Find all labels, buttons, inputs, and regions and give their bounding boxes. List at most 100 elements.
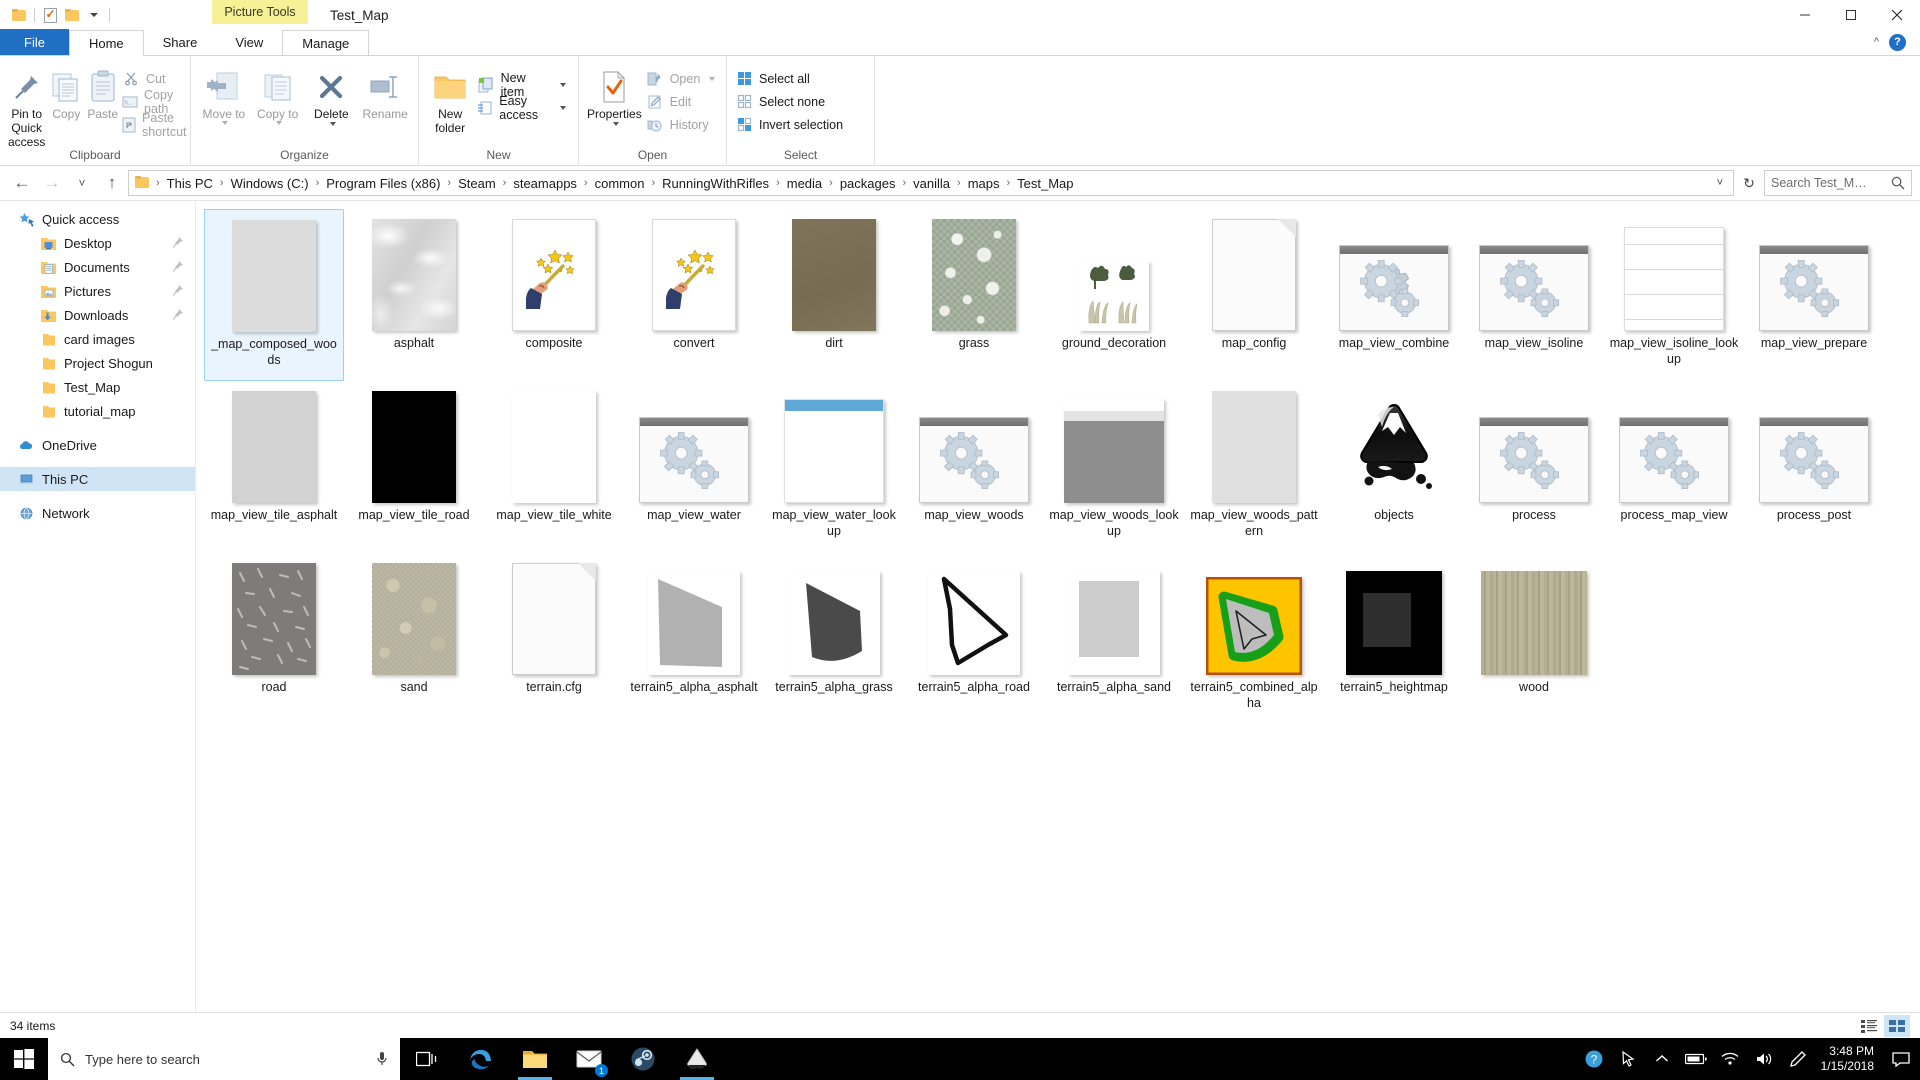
file-item[interactable]: map_view_woods — [904, 381, 1044, 553]
task-view-icon[interactable] — [400, 1038, 454, 1080]
sidebar-item-documents[interactable]: Documents — [0, 255, 195, 279]
start-button[interactable] — [0, 1038, 48, 1080]
breadcrumb-item-vanilla[interactable]: vanilla — [907, 172, 956, 194]
notification-icon[interactable] — [1886, 1038, 1916, 1080]
file-item[interactable]: process_map_view — [1604, 381, 1744, 553]
help-icon[interactable]: ? — [1577, 1038, 1611, 1080]
sidebar-item-project-shogun[interactable]: Project Shogun — [0, 351, 195, 375]
file-explorer-icon[interactable] — [508, 1038, 562, 1080]
file-list-pane[interactable]: _map_composed_woods asphalt composite co… — [196, 201, 1920, 1012]
volume-icon[interactable] — [1747, 1038, 1781, 1080]
file-item[interactable]: map_view_isoline_lookup — [1604, 209, 1744, 381]
tab-file[interactable]: File — [0, 29, 69, 55]
breadcrumb-item-media[interactable]: media — [781, 172, 828, 194]
breadcrumb-item-steam[interactable]: Steam — [452, 172, 502, 194]
move-to-button[interactable]: Move to — [197, 63, 251, 129]
sidebar-item-onedrive[interactable]: OneDrive — [0, 433, 195, 457]
file-item[interactable]: terrain5_alpha_asphalt — [624, 553, 764, 725]
paste-shortcut-button[interactable]: Paste shortcut — [120, 111, 196, 139]
chevron-down-icon[interactable] — [222, 121, 229, 125]
file-item[interactable]: sand — [344, 553, 484, 725]
details-view-icon[interactable] — [1856, 1015, 1882, 1037]
inkscape-icon[interactable] — [670, 1038, 724, 1080]
chevron-down-icon[interactable] — [709, 76, 716, 81]
breadcrumb-item-runningwithrifles[interactable]: RunningWithRifles — [656, 172, 775, 194]
address-dropdown-icon[interactable]: ˅ — [1711, 177, 1729, 189]
breadcrumb[interactable]: › This PC › Windows (C:) › Program Files… — [128, 170, 1734, 196]
file-item[interactable]: map_config — [1184, 209, 1324, 381]
microphone-icon[interactable] — [376, 1051, 388, 1067]
file-item[interactable]: map_view_tile_road — [344, 381, 484, 553]
properties-button[interactable]: Properties — [585, 63, 644, 130]
mail-icon[interactable]: 1 — [562, 1038, 616, 1080]
pin-to-quick-access-button[interactable]: Pin to Quick access — [6, 63, 47, 153]
file-item[interactable]: process_post — [1744, 381, 1884, 553]
sidebar-item-this-pc[interactable]: This PC — [0, 467, 195, 491]
file-item[interactable]: map_view_isoline — [1464, 209, 1604, 381]
delete-button[interactable]: Delete — [305, 63, 359, 130]
invert-selection-button[interactable]: Invert selection — [733, 113, 849, 136]
pin-icon[interactable] — [172, 236, 183, 251]
file-item[interactable]: road — [204, 553, 344, 725]
sidebar-item-network[interactable]: Network — [0, 501, 195, 525]
chevron-down-icon[interactable] — [329, 122, 336, 126]
sidebar-item-test-map[interactable]: Test_Map — [0, 375, 195, 399]
sidebar-item-tutorial-map[interactable]: tutorial_map — [0, 399, 195, 423]
history-button[interactable]: History — [644, 113, 722, 136]
file-item[interactable]: objects — [1324, 381, 1464, 553]
file-item[interactable]: convert — [624, 209, 764, 381]
breadcrumb-item-this-pc[interactable]: This PC — [161, 172, 219, 194]
large-icons-view-icon[interactable] — [1884, 1014, 1910, 1037]
chevron-down-icon[interactable] — [276, 121, 283, 125]
sidebar-item-desktop[interactable]: Desktop — [0, 231, 195, 255]
refresh-button[interactable]: ↻ — [1736, 170, 1762, 196]
battery-icon[interactable] — [1679, 1038, 1713, 1080]
file-item[interactable]: map_view_tile_white — [484, 381, 624, 553]
file-item[interactable]: asphalt — [344, 209, 484, 381]
file-item[interactable]: map_view_woods_pattern — [1184, 381, 1324, 553]
properties-icon[interactable] — [39, 4, 61, 26]
maximize-button[interactable] — [1828, 0, 1874, 30]
select-all-button[interactable]: Select all — [733, 67, 849, 90]
pin-icon[interactable] — [172, 284, 183, 299]
pin-icon[interactable] — [172, 308, 183, 323]
breadcrumb-item-windows-c[interactable]: Windows (C:) — [225, 172, 315, 194]
file-item[interactable]: map_view_tile_asphalt — [204, 381, 344, 553]
folder-icon[interactable] — [8, 4, 30, 26]
sidebar-item-card-images[interactable]: card images — [0, 327, 195, 351]
file-item[interactable]: map_view_water_lookup — [764, 381, 904, 553]
back-button[interactable]: ← — [8, 169, 36, 197]
easy-access-button[interactable]: Easy access — [475, 94, 572, 122]
breadcrumb-item-maps[interactable]: maps — [962, 172, 1006, 194]
chevron-down-icon[interactable] — [612, 122, 619, 126]
pen-icon[interactable] — [1781, 1038, 1815, 1080]
new-folder-button[interactable]: New folder — [425, 63, 475, 139]
tab-share[interactable]: Share — [144, 29, 217, 55]
file-item[interactable]: process — [1464, 381, 1604, 553]
collapse-ribbon-icon[interactable]: ^ — [1874, 36, 1879, 48]
minimize-button[interactable] — [1782, 0, 1828, 30]
chevron-down-icon[interactable] — [560, 82, 566, 87]
search-input[interactable]: Search Test_M… — [1764, 170, 1912, 196]
tab-view[interactable]: View — [216, 29, 282, 55]
file-item[interactable]: map_view_prepare — [1744, 209, 1884, 381]
clock[interactable]: 3:48 PM 1/15/2018 — [1815, 1044, 1886, 1074]
edit-button[interactable]: Edit — [644, 90, 722, 113]
steam-icon[interactable] — [616, 1038, 670, 1080]
chevron-up-icon[interactable] — [1645, 1038, 1679, 1080]
new-folder-icon[interactable] — [61, 4, 83, 26]
breadcrumb-item-packages[interactable]: packages — [834, 172, 902, 194]
file-item[interactable]: terrain5_alpha_road — [904, 553, 1044, 725]
file-item[interactable]: terrain5_combined_alpha — [1184, 553, 1324, 725]
file-item[interactable]: terrain5_heightmap — [1324, 553, 1464, 725]
chevron-down-icon[interactable] — [560, 105, 566, 110]
recent-locations-button[interactable]: ˅ — [68, 169, 96, 197]
file-item[interactable]: dirt — [764, 209, 904, 381]
file-item[interactable]: map_view_water — [624, 381, 764, 553]
customize-chevron-icon[interactable] — [83, 4, 105, 26]
open-button[interactable]: Open — [644, 67, 722, 90]
file-item[interactable]: _map_composed_woods — [204, 209, 344, 381]
pin-icon[interactable] — [172, 260, 183, 275]
file-item[interactable]: terrain5_alpha_sand — [1044, 553, 1184, 725]
sidebar-item-pictures[interactable]: Pictures — [0, 279, 195, 303]
